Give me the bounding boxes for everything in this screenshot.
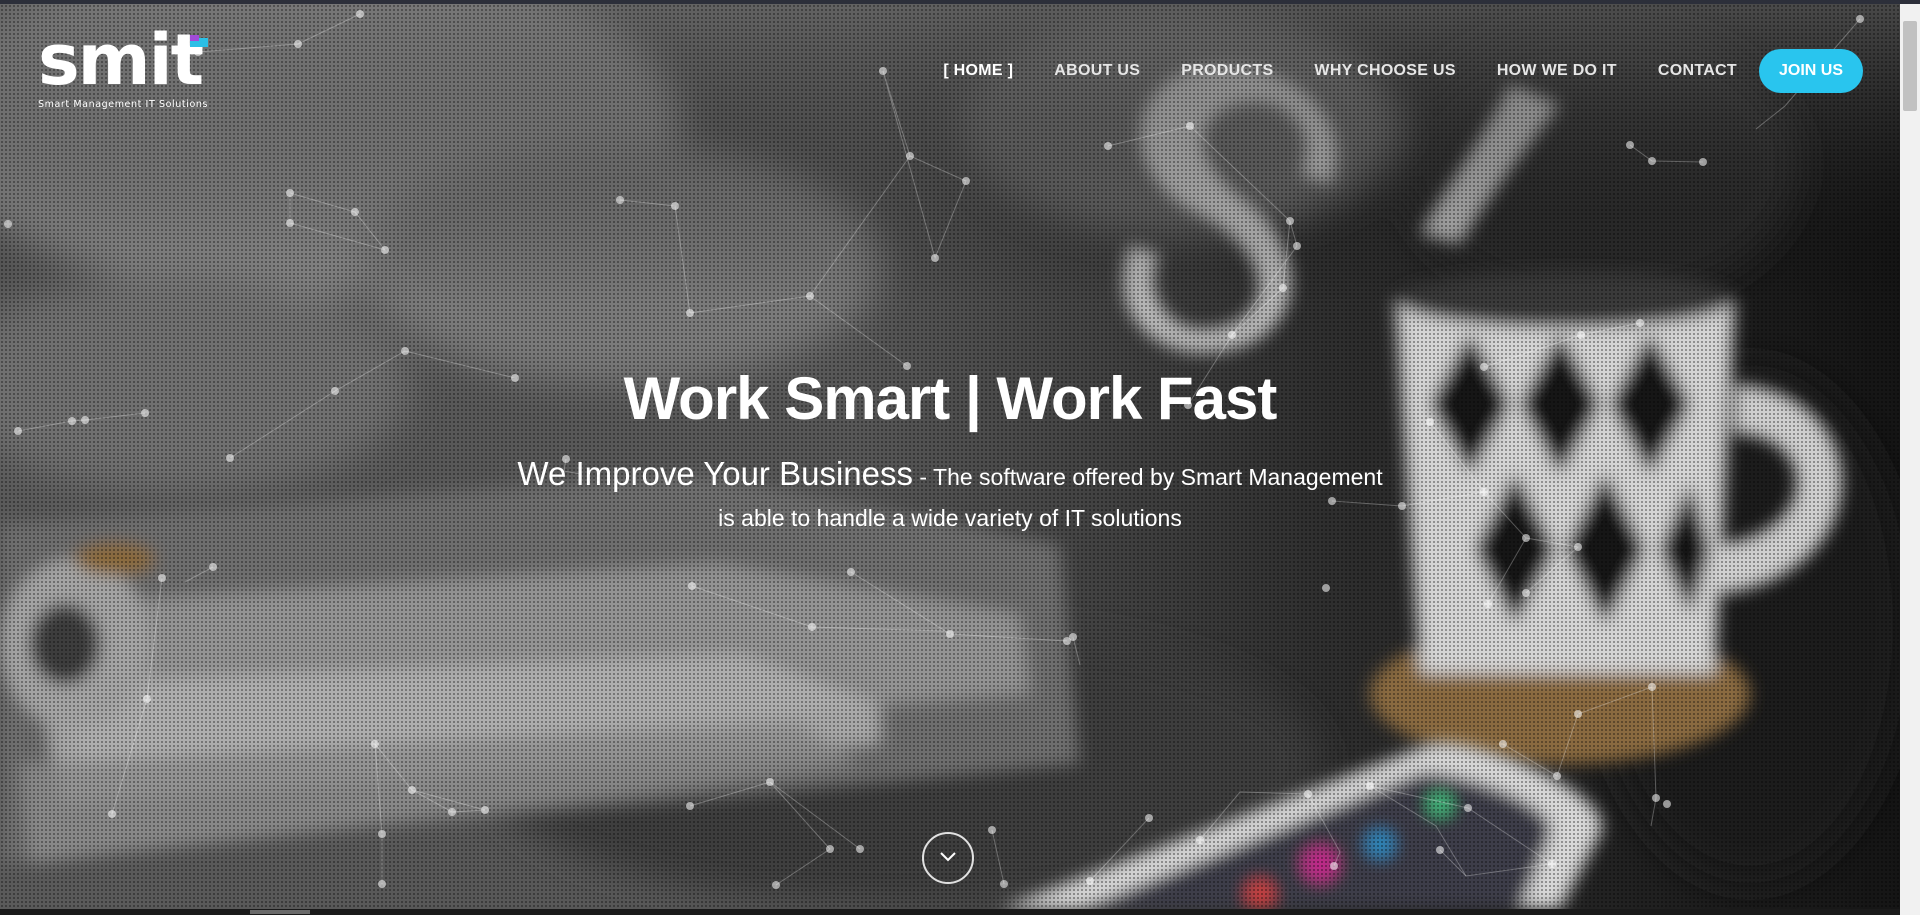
hero-subtitle: We Improve Your Business - The software … (0, 455, 1900, 493)
main-nav: [ HOME ] ABOUT US PRODUCTS WHY CHOOSE US… (943, 49, 1863, 93)
hero-subtitle-line2: is able to handle a wide variety of IT s… (718, 505, 1182, 531)
logo-wordmark: smit (38, 19, 204, 101)
chevron-down-icon (940, 852, 956, 862)
horizontal-scrollbar[interactable] (0, 909, 1900, 915)
browser-viewport: smit Smart Management IT Solutions [ HOM… (0, 0, 1920, 915)
nav-item-about-us[interactable]: ABOUT US (1054, 62, 1140, 80)
hero-subtitle-lead: We Improve Your Business (517, 455, 913, 492)
nav-item-how-we-do-it[interactable]: HOW WE DO IT (1497, 62, 1617, 80)
scroll-down-button[interactable] (922, 832, 974, 884)
nav-item-contact[interactable]: CONTACT (1658, 62, 1737, 80)
logo-tagline: Smart Management IT Solutions (38, 99, 209, 110)
join-us-button[interactable]: JOIN US (1758, 49, 1863, 93)
vertical-scrollbar-thumb[interactable] (1903, 21, 1917, 111)
nav-item-why-choose-us[interactable]: WHY CHOOSE US (1314, 62, 1455, 80)
horizontal-scrollbar-thumb[interactable] (250, 910, 310, 914)
site-logo[interactable]: smit Smart Management IT Solutions (38, 20, 218, 112)
hero-subtitle-rest: - The software offered by Smart Manageme… (913, 464, 1383, 490)
vertical-scrollbar[interactable] (1900, 4, 1920, 915)
hero-title: Work Smart | Work Fast (623, 365, 1278, 432)
window-top-border (0, 0, 1920, 4)
logo-flag-icon (190, 35, 208, 47)
nav-item-products[interactable]: PRODUCTS (1181, 62, 1273, 80)
nav-item-home[interactable]: [ HOME ] (943, 62, 1013, 80)
